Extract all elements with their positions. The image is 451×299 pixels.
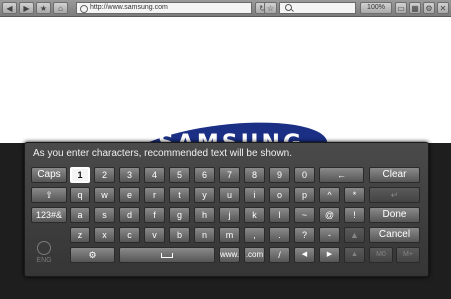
key-f[interactable]: f <box>144 207 165 223</box>
key-exclamation[interactable]: ! <box>344 207 365 223</box>
key-q[interactable]: q <box>70 187 90 203</box>
key-s[interactable]: s <box>94 207 115 223</box>
clear-key[interactable]: Clear <box>369 167 420 183</box>
key-c[interactable]: c <box>119 227 140 243</box>
key-b[interactable]: b <box>169 227 190 243</box>
key-d[interactable]: d <box>119 207 140 223</box>
url-bar[interactable]: http://www.samsung.com <box>76 2 252 14</box>
key-o[interactable]: o <box>269 187 290 203</box>
key-9[interactable]: 9 <box>269 167 290 183</box>
key-period[interactable]: . <box>269 227 290 243</box>
web-page-content: SAMSUNG <box>0 17 451 198</box>
window-button[interactable]: ▭ <box>395 2 407 14</box>
settings-key[interactable]: ⚙ <box>70 247 115 263</box>
cursor-up-key[interactable]: ▲ <box>344 227 365 243</box>
key-x[interactable]: x <box>94 227 115 243</box>
space-key[interactable] <box>119 247 215 263</box>
key-p[interactable]: p <box>294 187 315 203</box>
close-button[interactable]: ✕ <box>437 2 449 14</box>
key-w[interactable]: w <box>94 187 115 203</box>
settings-button[interactable]: ⚙ <box>423 2 435 14</box>
zoom-level: 100% <box>367 4 385 11</box>
globe-icon <box>37 241 51 255</box>
tabs-button[interactable]: ▦ <box>409 2 421 14</box>
browser-toolbar: ◀ ▶ ★ ⌂ http://www.samsung.com ↻ ☆ 100% … <box>0 0 451 17</box>
caps-key[interactable]: Caps <box>31 167 67 183</box>
key-8[interactable]: 8 <box>244 167 265 183</box>
language-label: ENG <box>36 257 52 264</box>
back-button[interactable]: ◀ <box>2 2 17 14</box>
key-hyphen[interactable]: - <box>319 227 340 243</box>
cursor-right-key[interactable]: ▶ <box>319 247 340 263</box>
key-l[interactable]: l <box>269 207 290 223</box>
slash-key[interactable]: / <box>269 247 290 263</box>
key-r[interactable]: r <box>144 187 165 203</box>
key-a[interactable]: a <box>70 207 90 223</box>
key-comma[interactable]: , <box>244 227 265 243</box>
key-7[interactable]: 7 <box>219 167 240 183</box>
cursor-down-key[interactable]: ▲ <box>344 247 365 263</box>
key-3[interactable]: 3 <box>119 167 140 183</box>
language-indicator[interactable]: ENG <box>31 239 57 267</box>
globe-icon <box>80 5 88 13</box>
www-key[interactable]: www. <box>219 247 240 263</box>
zoom-button[interactable]: 100% <box>360 2 392 14</box>
key-t[interactable]: t <box>169 187 190 203</box>
key-5[interactable]: 5 <box>169 167 190 183</box>
key-caret[interactable]: ^ <box>319 187 340 203</box>
cursor-left-key[interactable]: ◀ <box>294 247 315 263</box>
key-g[interactable]: g <box>169 207 190 223</box>
key-m[interactable]: m <box>219 227 240 243</box>
cancel-key[interactable]: Cancel <box>369 227 420 243</box>
key-2[interactable]: 2 <box>94 167 115 183</box>
key-e[interactable]: e <box>119 187 140 203</box>
key-j[interactable]: j <box>219 207 240 223</box>
key-at[interactable]: @ <box>319 207 340 223</box>
com-key[interactable]: .com <box>244 247 265 263</box>
key-0[interactable]: 0 <box>294 167 315 183</box>
key-1[interactable]: 1 <box>70 167 90 183</box>
backspace-key[interactable]: ← <box>319 167 364 183</box>
key-6[interactable]: 6 <box>194 167 215 183</box>
bookmark-button[interactable]: ☆ <box>264 2 277 14</box>
forward-button[interactable]: ▶ <box>19 2 34 14</box>
done-key[interactable]: Done <box>369 207 420 223</box>
shift-key[interactable]: ⇧ <box>31 187 67 203</box>
symbols-key[interactable]: 123#& <box>31 207 67 223</box>
key-tilde[interactable]: ~ <box>294 207 315 223</box>
key-v[interactable]: v <box>144 227 165 243</box>
key-y[interactable]: y <box>194 187 215 203</box>
keyboard-hint: As you enter characters, recommended tex… <box>33 148 293 159</box>
search-icon <box>285 4 292 11</box>
key-i[interactable]: i <box>244 187 265 203</box>
url-text: http://www.samsung.com <box>90 4 168 11</box>
favorites-button[interactable]: ★ <box>36 2 51 14</box>
virtual-keyboard: As you enter characters, recommended tex… <box>24 142 429 277</box>
enter-key[interactable]: ↵ <box>369 187 420 203</box>
key-question[interactable]: ? <box>294 227 315 243</box>
home-button[interactable]: ⌂ <box>53 2 68 14</box>
key-u[interactable]: u <box>219 187 240 203</box>
key-4[interactable]: 4 <box>144 167 165 183</box>
memory-add-key[interactable]: M+ <box>396 247 420 263</box>
key-n[interactable]: n <box>194 227 215 243</box>
memory-clear-key[interactable]: M0 <box>369 247 393 263</box>
key-asterisk[interactable]: * <box>344 187 365 203</box>
key-h[interactable]: h <box>194 207 215 223</box>
search-field[interactable] <box>279 2 356 14</box>
key-k[interactable]: k <box>244 207 265 223</box>
key-z[interactable]: z <box>70 227 90 243</box>
space-icon <box>161 253 173 258</box>
